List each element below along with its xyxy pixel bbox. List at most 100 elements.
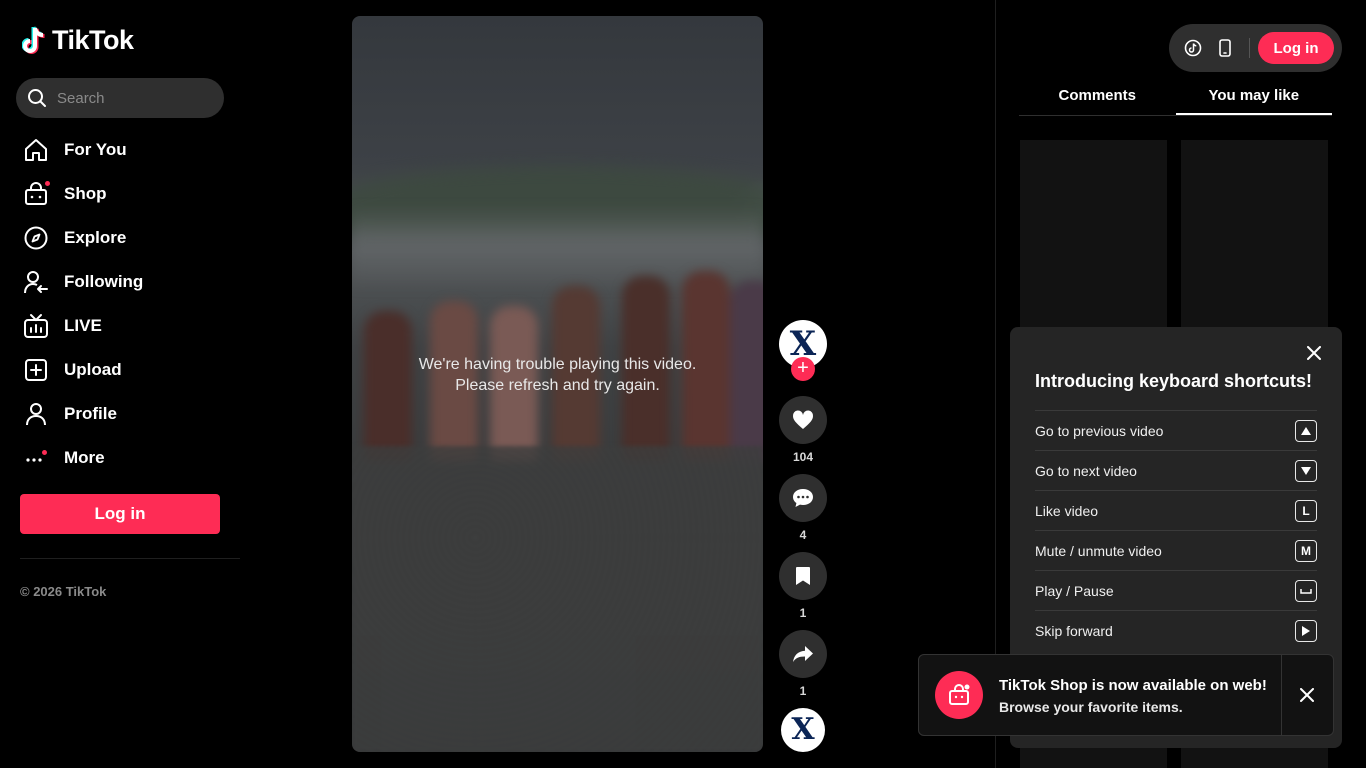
toast-title: TikTok Shop is now available on web! — [999, 677, 1267, 694]
nav-item-more[interactable]: More — [22, 436, 232, 480]
tab-comments[interactable]: Comments — [1019, 80, 1176, 115]
save-button[interactable] — [779, 552, 827, 600]
shortcut-row: Mute / unmute video M — [1035, 530, 1317, 570]
user-follow-icon — [22, 269, 49, 296]
logo-text: TikTok — [52, 25, 134, 55]
key-l: L — [1295, 499, 1317, 522]
tiktok-note-icon — [22, 25, 45, 54]
shortcut-label: Mute / unmute video — [1035, 542, 1162, 559]
close-icon — [1307, 346, 1321, 360]
author-avatar-logo: X — [789, 324, 817, 364]
compass-icon — [22, 225, 49, 252]
nav-label: Upload — [64, 360, 122, 379]
nav-item-live[interactable]: LIVE — [22, 304, 232, 348]
mobile-app-icon[interactable] — [1215, 38, 1235, 58]
save-count: 1 — [799, 606, 807, 620]
nav-item-upload[interactable]: Upload — [22, 348, 232, 392]
video-people-group — [352, 231, 763, 461]
video-error-line-2: Please refresh and try again. — [455, 377, 660, 394]
nav-label: LIVE — [64, 316, 102, 335]
heart-icon — [792, 410, 814, 429]
toast-close-button[interactable] — [1297, 685, 1317, 705]
shortcut-label: Go to next video — [1035, 462, 1137, 479]
comment-count: 4 — [799, 528, 807, 542]
like-button[interactable] — [779, 396, 827, 444]
follow-button[interactable]: + — [791, 357, 815, 381]
share-arrow-icon — [793, 646, 813, 662]
suggested-video-thumbnail[interactable] — [1020, 140, 1167, 330]
close-icon — [1300, 688, 1314, 702]
shop-notification-dot — [45, 180, 50, 186]
home-icon — [22, 137, 49, 164]
video-actions: X + 104 4 1 1 X — [779, 320, 827, 752]
copyright-text: © 2026 TikTok — [20, 584, 107, 599]
shortcut-row: Skip forward — [1035, 610, 1317, 650]
nav-item-following[interactable]: Following — [22, 260, 232, 304]
nav-label: Profile — [64, 404, 117, 423]
nav-item-explore[interactable]: Explore — [22, 216, 232, 260]
more-notification-dot — [42, 449, 47, 455]
nav-label: Shop — [64, 184, 107, 203]
shortcut-row: Go to next video — [1035, 450, 1317, 490]
shortcut-label: Like video — [1035, 502, 1099, 519]
right-panel-tabs: Comments You may like — [1019, 80, 1332, 116]
shortcut-label: Skip forward — [1035, 622, 1113, 639]
shortcuts-title: Introducing keyboard shortcuts! — [1035, 371, 1313, 391]
video-player[interactable]: We're having trouble playing this video.… — [352, 16, 763, 752]
live-tv-icon — [22, 313, 49, 340]
tiktok-logo[interactable]: TikTok — [22, 25, 134, 56]
like-count: 104 — [792, 450, 814, 464]
key-down-arrow-icon — [1295, 459, 1317, 482]
search-icon — [28, 89, 46, 107]
left-sidebar: TikTok For You Shop Explore — [0, 0, 240, 768]
person-icon — [22, 401, 49, 428]
top-login-button[interactable]: Log in — [1258, 32, 1334, 64]
share-count: 1 — [799, 684, 807, 698]
top-bar: Log in — [1169, 24, 1342, 72]
more-dots-icon — [22, 445, 49, 472]
shopping-bag-icon — [935, 671, 983, 719]
tab-you-may-like[interactable]: You may like — [1175, 80, 1332, 115]
shopping-bag-icon — [22, 180, 50, 208]
nav-label: More — [64, 448, 105, 467]
key-right-arrow-icon — [1295, 619, 1317, 642]
music-disc-logo: X — [791, 712, 815, 747]
nav-item-shop[interactable]: Shop — [22, 172, 232, 216]
suggested-video-thumbnail[interactable] — [1181, 140, 1328, 330]
top-bar-separator — [1249, 38, 1250, 58]
author-avatar[interactable]: X + — [779, 320, 827, 381]
shortcut-row: Like video L — [1035, 490, 1317, 530]
bookmark-icon — [796, 567, 810, 585]
music-disc-avatar[interactable]: X — [781, 708, 825, 752]
key-up-arrow-icon — [1295, 419, 1317, 442]
sidebar-login-button[interactable]: Log in — [20, 494, 220, 534]
nav-item-profile[interactable]: Profile — [22, 392, 232, 436]
search-input[interactable] — [57, 89, 207, 107]
main-nav: For You Shop Explore Following LIVE Uplo… — [22, 128, 232, 480]
share-action: 1 — [779, 630, 827, 698]
share-button[interactable] — [779, 630, 827, 678]
sidebar-divider — [20, 558, 240, 559]
nav-label: Explore — [64, 228, 127, 247]
toast-separator — [1281, 655, 1282, 735]
save-action: 1 — [779, 552, 827, 620]
upload-plus-icon — [22, 357, 49, 384]
key-m: M — [1295, 539, 1317, 562]
shortcuts-close-button[interactable] — [1304, 343, 1324, 363]
video-background-ground — [352, 446, 763, 752]
shop-available-toast: TikTok Shop is now available on web! Bro… — [918, 654, 1334, 736]
video-error-message: We're having trouble playing this video.… — [352, 354, 763, 396]
shortcuts-list: Go to previous video Go to next video Li… — [1035, 410, 1317, 650]
nav-item-for-you[interactable]: For You — [22, 128, 232, 172]
comment-button[interactable] — [779, 474, 827, 522]
shortcut-row: Play / Pause — [1035, 570, 1317, 610]
shortcut-label: Play / Pause — [1035, 582, 1114, 599]
key-space-icon — [1295, 579, 1317, 602]
search-box[interactable] — [16, 78, 224, 118]
tiktok-studio-icon[interactable] — [1183, 38, 1203, 58]
comment-bubble-icon — [793, 489, 813, 507]
like-action: 104 — [779, 396, 827, 464]
nav-label: For You — [64, 140, 127, 159]
nav-label: Following — [64, 272, 144, 291]
video-error-line-1: We're having trouble playing this video. — [418, 356, 697, 373]
